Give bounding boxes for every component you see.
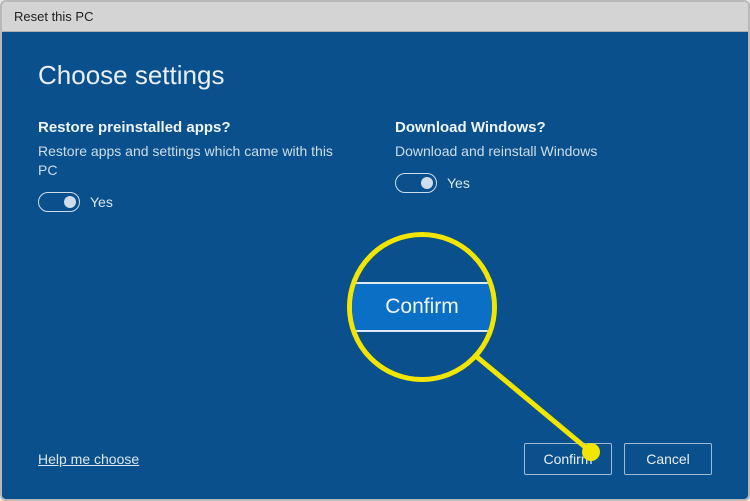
window-body: Choose settings Restore preinstalled app… <box>2 32 748 499</box>
download-toggle-label: Yes <box>447 175 470 191</box>
magnifier-callout: Confirm <box>347 232 497 382</box>
toggle-knob-icon <box>421 177 433 189</box>
button-row: Confirm Cancel <box>524 443 712 475</box>
dialog-window: Reset this PC Choose settings Restore pr… <box>0 0 750 501</box>
callout-target-dot <box>582 443 600 461</box>
options-row: Restore preinstalled apps? Restore apps … <box>38 119 712 212</box>
window-title: Reset this PC <box>14 9 93 24</box>
titlebar: Reset this PC <box>2 2 748 32</box>
download-description: Download and reinstall Windows <box>395 142 712 161</box>
restore-description: Restore apps and settings which came wit… <box>38 142 355 180</box>
toggle-knob-icon <box>64 196 76 208</box>
restore-toggle[interactable] <box>38 192 80 212</box>
magnifier-inner: Confirm <box>352 237 492 377</box>
restore-heading: Restore preinstalled apps? <box>38 119 355 136</box>
option-download: Download Windows? Download and reinstall… <box>395 119 712 212</box>
restore-toggle-label: Yes <box>90 194 113 210</box>
download-toggle-row: Yes <box>395 173 712 193</box>
footer: Help me choose Confirm Cancel <box>38 443 712 475</box>
restore-toggle-row: Yes <box>38 192 355 212</box>
download-toggle[interactable] <box>395 173 437 193</box>
cancel-button[interactable]: Cancel <box>624 443 712 475</box>
magnified-confirm-button: Confirm <box>352 282 492 332</box>
help-me-choose-link[interactable]: Help me choose <box>38 451 139 467</box>
option-restore: Restore preinstalled apps? Restore apps … <box>38 119 355 212</box>
page-title: Choose settings <box>38 60 712 91</box>
download-heading: Download Windows? <box>395 119 712 136</box>
